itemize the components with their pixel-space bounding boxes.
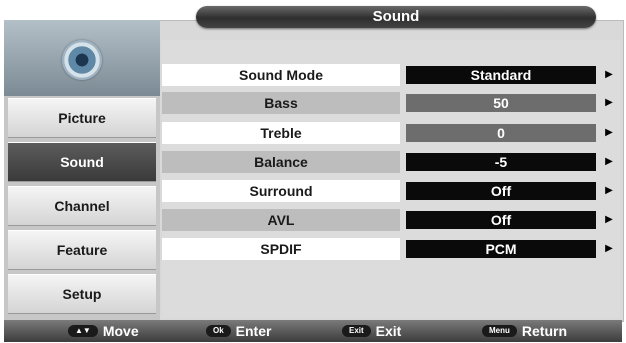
setting-label: Surround bbox=[162, 180, 400, 202]
exit-key-badge: Exit bbox=[342, 325, 371, 338]
setting-row-surround[interactable]: Surround Off ▶ bbox=[162, 180, 620, 202]
sidebar-item-feature[interactable]: Feature bbox=[8, 230, 156, 270]
hint-label: Exit bbox=[375, 323, 402, 339]
arrow-right-icon[interactable]: ▶ bbox=[602, 122, 616, 144]
arrow-right-icon[interactable]: ▶ bbox=[602, 238, 616, 260]
sidebar-item-picture[interactable]: Picture bbox=[8, 98, 156, 138]
setting-row-spdif[interactable]: SPDIF PCM ▶ bbox=[162, 238, 620, 260]
move-key-badge: ▲▼ bbox=[68, 325, 98, 338]
sidebar-item-channel[interactable]: Channel bbox=[8, 186, 156, 226]
hint-label: Enter bbox=[235, 323, 272, 339]
hint-enter: Ok Enter bbox=[206, 320, 271, 342]
setting-label: Treble bbox=[162, 122, 400, 144]
setting-row-treble[interactable]: Treble 0 ▶ bbox=[162, 122, 620, 144]
setting-value[interactable]: 50 bbox=[406, 94, 596, 112]
arrow-right-icon[interactable]: ▶ bbox=[602, 151, 616, 173]
menu-title: Sound bbox=[196, 6, 596, 28]
sidebar-item-setup[interactable]: Setup bbox=[8, 274, 156, 314]
setting-label: Balance bbox=[162, 151, 400, 173]
setting-value[interactable]: Off bbox=[406, 182, 596, 200]
arrow-right-icon[interactable]: ▶ bbox=[602, 180, 616, 202]
hint-label: Return bbox=[521, 323, 568, 339]
setting-value[interactable]: PCM bbox=[406, 240, 596, 258]
setting-label: AVL bbox=[162, 209, 400, 231]
hint-exit: Exit Exit bbox=[342, 320, 401, 342]
tv-osd-screen: Sound Picture Sound Channel Feature Setu… bbox=[0, 0, 626, 343]
setting-label: Sound Mode bbox=[162, 64, 400, 86]
sidebar-item-sound[interactable]: Sound bbox=[8, 142, 156, 182]
setting-row-balance[interactable]: Balance -5 ▶ bbox=[162, 151, 620, 173]
ok-key-badge: Ok bbox=[206, 325, 231, 338]
arrow-right-icon[interactable]: ▶ bbox=[602, 209, 616, 231]
arrow-right-icon[interactable]: ▶ bbox=[602, 92, 616, 114]
setting-label: Bass bbox=[162, 92, 400, 114]
setting-value[interactable]: Standard bbox=[406, 66, 596, 84]
setting-row-sound-mode[interactable]: Sound Mode Standard ▶ bbox=[162, 64, 620, 86]
setting-label: SPDIF bbox=[162, 238, 400, 260]
setting-row-bass[interactable]: Bass 50 ▶ bbox=[162, 92, 620, 114]
setting-value[interactable]: 0 bbox=[406, 124, 596, 142]
speaker-icon bbox=[62, 40, 102, 80]
setting-value[interactable]: -5 bbox=[406, 153, 596, 171]
setting-value[interactable]: Off bbox=[406, 211, 596, 229]
setting-row-avl[interactable]: AVL Off ▶ bbox=[162, 209, 620, 231]
menu-key-badge: Menu bbox=[482, 325, 517, 338]
footer-hint-bar: ▲▼ Move Ok Enter Exit Exit Menu Return bbox=[4, 320, 622, 342]
arrow-right-icon[interactable]: ▶ bbox=[602, 64, 616, 86]
hint-move: ▲▼ Move bbox=[68, 320, 139, 342]
hint-return: Menu Return bbox=[482, 320, 567, 342]
hint-label: Move bbox=[102, 323, 139, 339]
